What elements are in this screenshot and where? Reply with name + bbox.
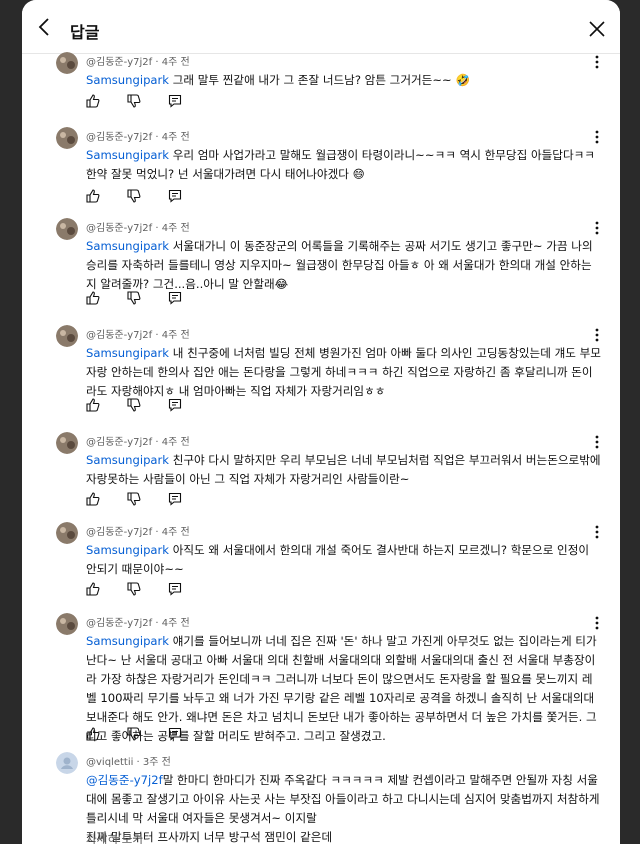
comment-meta: @김동준-y7j2f · 4주 전 [86,223,190,234]
thumb-up-icon[interactable] [86,189,100,203]
comment-text: Samsungipark 우리 엄마 사업가라고 말해도 월급쟁이 타령이라니~… [86,146,601,184]
more-vert-icon[interactable] [594,54,600,70]
mention-link[interactable]: Samsungipark [86,346,169,360]
thumb-up-icon[interactable] [86,94,100,108]
more-vert-icon[interactable] [594,129,600,145]
emoji-rofl: 🤣 [455,73,470,87]
thumb-down-icon[interactable] [127,291,141,305]
comment-meta: @김동준-y7j2f · 4주 전 [86,437,190,448]
page-title: 답글 [70,23,100,42]
author-name[interactable]: @김동준-y7j2f [86,57,152,68]
thumb-up-icon[interactable] [86,727,100,741]
emoji-tears: 😂 [274,277,289,291]
comment-time: 4주 전 [161,132,190,143]
reply-icon[interactable] [168,582,182,596]
more-vert-icon[interactable] [594,615,600,631]
close-icon[interactable] [588,20,606,38]
comment-actions [86,582,186,596]
mention-link[interactable]: Samsungipark [86,148,169,162]
thumb-up-icon[interactable] [86,398,100,412]
author-name[interactable]: @김동준-y7j2f [86,618,152,629]
comment-actions [86,727,186,741]
thumb-down-icon[interactable] [127,398,141,412]
comment-actions [86,189,186,203]
mention-link[interactable]: Samsungipark [86,239,169,253]
comment-time: 4주 전 [161,527,190,538]
author-name[interactable]: @김동준-y7j2f [86,437,152,448]
mention-link[interactable]: @김동준-y7j2f [86,773,163,787]
thumb-up-icon[interactable] [86,582,100,596]
avatar[interactable] [56,127,78,149]
mention-link[interactable]: Samsungipark [86,543,169,557]
thumb-up-icon[interactable] [86,291,100,305]
comment-meta: @김동준-y7j2f · 4주 전 [86,618,190,629]
avatar[interactable] [56,325,78,347]
comment-actions [86,291,186,305]
mention-link[interactable]: Samsungipark [86,73,169,87]
mention-link[interactable]: Samsungipark [86,634,169,648]
thumb-down-icon[interactable] [127,189,141,203]
comment-time: 4주 전 [161,223,190,234]
avatar[interactable] [56,522,78,544]
comment-text: Samsungipark 내 친구중에 너처럼 빌딩 전체 병원가진 엄마 아빠… [86,344,601,401]
reply-icon[interactable] [168,492,182,506]
comment-meta: @viqlettii · 3주 전 [86,757,171,768]
emoji-grin: 😄 [352,167,365,181]
replies-header: 답글 [22,0,620,54]
more-vert-icon[interactable] [594,220,600,236]
comment-time: 4주 전 [161,437,190,448]
more-vert-icon[interactable] [594,327,600,343]
author-name[interactable]: @김동준-y7j2f [86,527,152,538]
comment-time: 4주 전 [161,330,190,341]
reply-icon[interactable] [168,727,182,741]
comment-text: Samsungipark 그래 말투 찐같애 내가 그 존잘 너드남? 암튼 그… [86,71,601,90]
thumb-down-icon[interactable] [127,94,141,108]
reply-icon[interactable] [168,291,182,305]
avatar[interactable] [56,52,78,74]
author-name[interactable]: @김동준-y7j2f [86,223,152,234]
avatar[interactable] [56,613,78,635]
comment-text: @김동준-y7j2f말 한마디 한마디가 진짜 주옥같다 ㅋㅋㅋㅋㅋ 제발 컨셉… [86,771,601,844]
reply-icon[interactable] [168,398,182,412]
author-name[interactable]: @viqlettii [86,757,133,768]
comment-body: 말 한마디 한마디가 진짜 주옥같다 ㅋㅋㅋㅋㅋ 제발 컨셉이라고 말해주면 안… [86,773,600,844]
comment-time: 4주 전 [161,618,190,629]
comment-time: 3주 전 [142,757,171,768]
thumb-down-icon[interactable] [127,582,141,596]
avatar[interactable] [56,218,78,240]
thumb-up-icon[interactable] [86,492,100,506]
read-more-link[interactable]: 자세히 보기 [86,831,143,844]
reply-icon[interactable] [168,189,182,203]
comment-text: Samsungipark 아직도 왜 서울대에서 한의대 개설 죽어도 결사반대… [86,541,601,579]
comment-body: 그래 말투 찐같애 내가 그 존잘 너드남? 암튼 그거거든~~ [169,73,452,87]
comment-meta: @김동준-y7j2f · 4주 전 [86,527,190,538]
comment-text: Samsungipark 서울대가니 이 동준장군의 어록들을 기록해주는 공짜… [86,237,601,294]
author-name[interactable]: @김동준-y7j2f [86,330,152,341]
mention-link[interactable]: Samsungipark [86,453,169,467]
thumb-down-icon[interactable] [127,492,141,506]
comment-actions [86,94,186,108]
replies-panel: 답글 @김동준-y7j2f · 4주 전 Samsungipark 그래 말투 … [22,0,620,844]
more-vert-icon[interactable] [594,434,600,450]
comment-time: 4주 전 [161,57,190,68]
back-arrow-icon[interactable] [34,16,56,38]
more-vert-icon[interactable] [594,524,600,540]
thumb-down-icon[interactable] [127,727,141,741]
comment-meta: @김동준-y7j2f · 4주 전 [86,57,190,68]
comment-meta: @김동준-y7j2f · 4주 전 [86,330,190,341]
reply-icon[interactable] [168,94,182,108]
avatar[interactable] [56,752,78,774]
comment-actions [86,398,186,412]
comment-text: Samsungipark 친구야 다시 말하지만 우리 부모님은 너네 부모님처… [86,451,601,489]
author-name[interactable]: @김동준-y7j2f [86,132,152,143]
comment-meta: @김동준-y7j2f · 4주 전 [86,132,190,143]
avatar[interactable] [56,432,78,454]
comment-actions [86,492,186,506]
